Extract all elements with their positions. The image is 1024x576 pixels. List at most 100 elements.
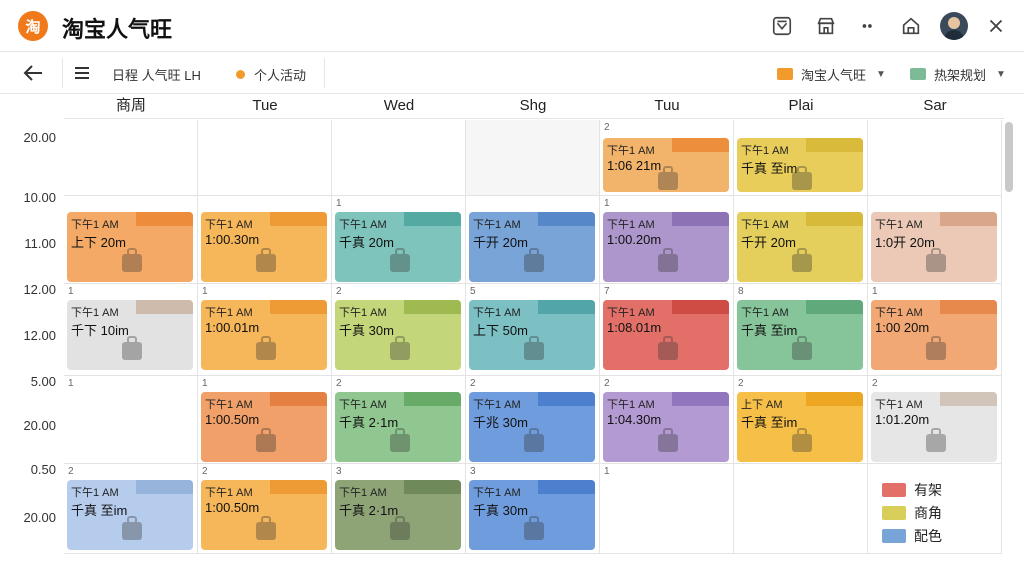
legend-swatch [882, 528, 906, 543]
day-header[interactable]: Sar [868, 94, 1002, 118]
calendar-cell[interactable]: 3 下午1 AM 千真 2·1m [332, 464, 466, 554]
event-card[interactable]: 下午1 AM 千开 20m [737, 212, 863, 282]
event-duration: 1:00 20m [875, 320, 930, 335]
calendar-cell[interactable]: 2 上下 AM 千真 至im [734, 376, 868, 464]
calendar-cell[interactable]: 2 下午1 AM 1:04.30m [600, 376, 734, 464]
more-icon[interactable] [855, 12, 883, 40]
day-header[interactable]: Tuu [600, 94, 734, 118]
calendar-cell[interactable]: 1 [600, 464, 734, 554]
calendar-cell[interactable] [332, 120, 466, 196]
calendar-cell[interactable]: 1 下午1 AM 1:00 20m [868, 284, 1002, 376]
event-card[interactable]: 下午1 AM 千真 至im [67, 480, 193, 550]
event-header-bar [672, 392, 729, 406]
calendar-cell[interactable] [198, 120, 332, 196]
event-card[interactable]: 下午1 AM 1:00.50m [201, 392, 327, 462]
calendar-cell[interactable]: 2 下午1 AM 千真 2·1m [332, 376, 466, 464]
calendar-cell[interactable]: 下午1 AM 上下 20m [64, 196, 198, 284]
close-icon[interactable] [982, 12, 1010, 40]
event-card[interactable]: 下午1 AM 千真 至im [737, 138, 863, 192]
day-header[interactable]: Plai [734, 94, 868, 118]
calendar-cell[interactable]: 下午1 AM 1:0开 20m [868, 196, 1002, 284]
home-icon[interactable] [897, 12, 925, 40]
calendar-cell[interactable]: 2 下午1 AM 1:06 21m [600, 120, 734, 196]
calendar-cell[interactable]: 1 下午1 AM 1:00.20m [600, 196, 734, 284]
calendar-cell[interactable] [466, 120, 600, 196]
calendar-cell[interactable]: 2 下午1 AM 千真 30m [332, 284, 466, 376]
calendar-cell[interactable]: 3 下午1 AM 千真 30m [466, 464, 600, 554]
calendar-cell[interactable]: 5 下午1 AM 上下 50m [466, 284, 600, 376]
event-card[interactable]: 下午1 AM 1:00.20m [603, 212, 729, 282]
calendar-cell[interactable]: 1 [64, 376, 198, 464]
calendar-cell[interactable]: 下午1 AM 千开 20m [466, 196, 600, 284]
calendar-cell[interactable] [868, 120, 1002, 196]
calendar-cell[interactable]: 下午1 AM 1:00.30m [198, 196, 332, 284]
event-card[interactable]: 下午1 AM 千真 30m [335, 300, 461, 370]
event-time: 下午1 AM [205, 307, 253, 319]
suitcase-icon [519, 426, 549, 456]
calendar-cell[interactable]: 下午1 AM 千真 至im [734, 120, 868, 196]
view-label[interactable]: 日程 人气旺 LH [112, 65, 201, 84]
calendar-cell[interactable]: 7 下午1 AM 1:08.01m [600, 284, 734, 376]
event-card[interactable]: 下午1 AM 千真 2·1m [335, 392, 461, 462]
event-card[interactable]: 下午1 AM 上下 50m [469, 300, 595, 370]
event-card[interactable]: 上下 AM 千真 至im [737, 392, 863, 462]
status-label[interactable]: 个人活动 [254, 65, 306, 84]
event-card[interactable]: 下午1 AM 1:00.50m [201, 480, 327, 550]
event-card[interactable]: 下午1 AM 千兆 30m [469, 392, 595, 462]
calendar-cell[interactable]: 2 下午1 AM 1:01.20m [868, 376, 1002, 464]
filter-label: 热架规划 [934, 67, 987, 83]
event-card[interactable]: 下午1 AM 1:01.20m [871, 392, 997, 462]
store-icon[interactable] [812, 12, 840, 40]
event-card[interactable]: 下午1 AM 上下 20m [67, 212, 193, 282]
calendar-cell[interactable]: 2 下午1 AM 千真 至im [64, 464, 198, 554]
avatar[interactable] [940, 12, 968, 40]
calendar-cell[interactable] [734, 464, 868, 554]
event-header-bar [270, 212, 327, 226]
event-card[interactable]: 下午1 AM 千真 20m [335, 212, 461, 282]
calendar-cell[interactable] [64, 120, 198, 196]
event-time: 下午1 AM [875, 399, 923, 411]
cell-day-number: 2 [470, 378, 476, 389]
event-header-bar [270, 300, 327, 314]
event-card[interactable]: 下午1 AM 1:00.01m [201, 300, 327, 370]
calendar-cell[interactable]: 1 下午1 AM 千下 10im [64, 284, 198, 376]
day-header[interactable]: Wed [332, 94, 466, 118]
suitcase-icon [787, 164, 817, 192]
event-card[interactable]: 下午1 AM 1:06 21m [603, 138, 729, 192]
event-card[interactable]: 下午1 AM 1:04.30m [603, 392, 729, 462]
time-label: 20.00 [23, 418, 56, 433]
event-card[interactable]: 下午1 AM 千下 10im [67, 300, 193, 370]
day-header[interactable]: 商周 [64, 94, 198, 118]
event-card[interactable]: 下午1 AM 千真 2·1m [335, 480, 461, 550]
suitcase-icon [385, 246, 415, 276]
calendar-cell[interactable]: 1 下午1 AM 千真 20m [332, 196, 466, 284]
event-card[interactable]: 下午1 AM 1:0开 20m [871, 212, 997, 282]
vertical-scrollbar[interactable] [1005, 122, 1013, 192]
time-label: 5.00 [30, 374, 56, 389]
suitcase-icon [921, 426, 951, 456]
event-card[interactable]: 下午1 AM 1:08.01m [603, 300, 729, 370]
event-header-bar [404, 212, 461, 226]
suitcase-icon [653, 246, 683, 276]
event-header-bar [404, 300, 461, 314]
menu-icon[interactable] [72, 63, 92, 83]
filter-dropdown-1[interactable]: 淘宝人气旺 ▼ [777, 64, 886, 84]
event-header-bar [806, 392, 863, 406]
calendar-cell[interactable]: 1 下午1 AM 1:00.50m [198, 376, 332, 464]
event-card[interactable]: 下午1 AM 1:00.30m [201, 212, 327, 282]
calendar-cell[interactable]: 2 下午1 AM 1:00.50m [198, 464, 332, 554]
event-card[interactable]: 下午1 AM 1:00 20m [871, 300, 997, 370]
calendar-cell[interactable]: 下午1 AM 千开 20m [734, 196, 868, 284]
day-header[interactable]: Tue [198, 94, 332, 118]
back-arrow-icon[interactable] [20, 61, 46, 85]
filter-dropdown-2[interactable]: 热架规划 ▼ [910, 64, 1006, 84]
event-card[interactable]: 下午1 AM 千真 30m [469, 480, 595, 550]
calendar-cell[interactable]: 2 下午1 AM 千兆 30m [466, 376, 600, 464]
calendar-cell[interactable]: 1 下午1 AM 1:00.01m [198, 284, 332, 376]
event-card[interactable]: 下午1 AM 千真 至im [737, 300, 863, 370]
calendar-cell[interactable]: 8 下午1 AM 千真 至im [734, 284, 868, 376]
download-icon[interactable] [768, 12, 796, 40]
event-card[interactable]: 下午1 AM 千开 20m [469, 212, 595, 282]
cell-day-number: 1 [202, 378, 208, 389]
day-header[interactable]: Shg [466, 94, 600, 118]
